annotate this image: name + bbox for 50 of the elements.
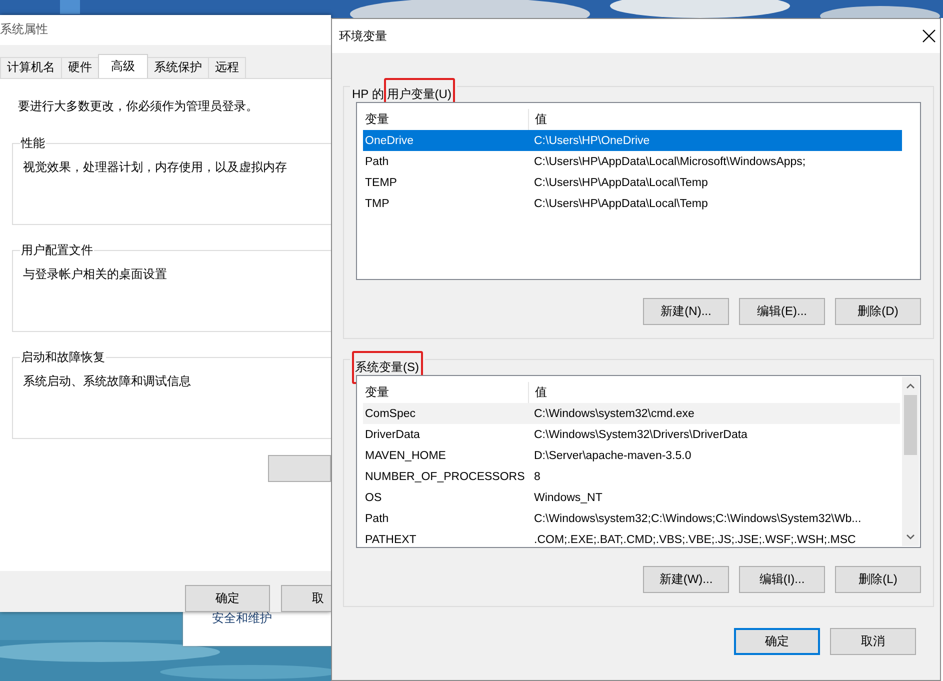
dialog-button[interactable]: 确定 [734,628,820,655]
group-description: 视觉效果，处理器计划，内存使用，以及虚拟内存 [23,158,288,176]
variable-value[interactable]: C:\Windows\System32\Drivers\DriverData [528,424,900,445]
dialog-button[interactable]: 编辑(I)... [739,566,825,593]
dialog-button[interactable]: 新建(W)... [643,566,729,593]
column-header[interactable]: 变量 [363,109,528,130]
dialog-button[interactable]: 确定 [185,585,270,612]
notice-text: 要进行大多数更改，你必须作为管理员登录。 [18,98,259,115]
list-item[interactable]: 安全和维护 [212,610,272,627]
window-title: 环境变量 [339,28,387,44]
variable-name[interactable]: DriverData [363,424,528,445]
variable-name[interactable]: Path [363,508,528,529]
column-header[interactable]: 变量 [363,382,528,403]
close-icon[interactable] [922,29,936,43]
variable-value[interactable]: C:\Users\HP\AppData\Local\Temp [528,172,902,193]
tab[interactable]: 远程 [208,56,246,78]
group-title: 性能 [20,134,46,152]
variable-name[interactable]: TMP [363,193,528,214]
variable-value[interactable]: C:\Windows\system32\cmd.exe [528,403,900,424]
variable-value[interactable]: C:\Users\HP\OneDrive [528,130,902,151]
window-title: 系统属性 [0,21,48,38]
group-description: 与登录帐户相关的桌面设置 [23,266,168,283]
variable-name[interactable]: PATHEXT [363,529,528,547]
variable-name[interactable]: OneDrive [363,130,528,151]
group-title: 启动和故障恢复 [20,348,106,366]
variable-name[interactable]: TEMP [363,172,528,193]
dialog-button[interactable]: 取消 [830,628,916,655]
variable-name[interactable]: MAVEN_HOME [363,445,528,466]
variable-value[interactable]: Windows_NT [528,487,900,508]
variable-value[interactable]: 8 [528,466,900,487]
dialog-button[interactable]: 编辑(E)... [739,298,825,325]
dialog-button[interactable]: 删除(L) [835,566,921,593]
tab[interactable]: 高级 [98,54,148,78]
group-description: 系统启动、系统故障和调试信息 [23,372,192,390]
scrollbar[interactable] [902,377,919,546]
group-title: 用户配置文件 [20,242,94,259]
variable-name[interactable]: Path [363,151,528,172]
variable-name[interactable]: NUMBER_OF_PROCESSORS [363,466,528,487]
variable-value[interactable]: .COM;.EXE;.BAT;.CMD;.VBS;.VBE;.JS;.JSE;.WSF;.WSH;.MSC [528,529,900,547]
variable-value[interactable]: C:\Windows\system32;C:\Windows;C:\Windows\System32\Wb... [528,508,900,529]
dialog-button[interactable]: 新建(N)... [643,298,729,325]
dialog-button[interactable]: 取 [281,585,331,612]
variable-name[interactable]: OS [363,487,528,508]
variable-value[interactable]: D:\Server\apache-maven-3.5.0 [528,445,900,466]
group-owner: HP 的 [352,86,384,103]
variable-value[interactable]: C:\Users\HP\AppData\Local\Microsoft\WindowsApps; [528,151,902,172]
dialog-button[interactable]: 删除(D) [835,298,921,325]
variable-value[interactable]: C:\Users\HP\AppData\Local\Temp [528,193,902,214]
variable-name[interactable]: ComSpec [363,403,528,424]
tab[interactable]: 计算机名 [0,56,62,78]
